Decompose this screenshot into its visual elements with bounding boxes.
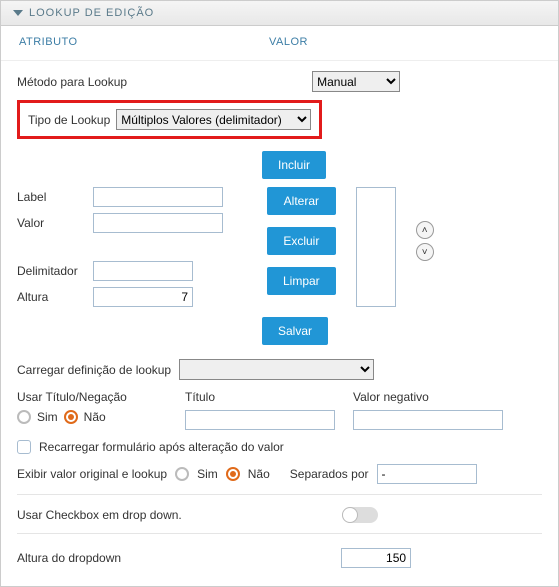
method-label: Método para Lookup (17, 75, 127, 89)
neg-col: Valor negativo (353, 390, 503, 430)
values-block: Label Valor Delimitador Altura A (17, 187, 542, 307)
dropdown-height-label: Altura do dropdown (17, 551, 121, 565)
valor-field-row: Valor (17, 213, 247, 233)
chevron-down-icon: ˅ (422, 247, 428, 258)
collapse-icon (13, 10, 23, 16)
panel-content: Método para Lookup Manual Tipo de Lookup… (1, 61, 558, 586)
valor-input[interactable] (93, 213, 223, 233)
title-label: Título (185, 390, 335, 404)
use-title-nao-radio[interactable] (64, 410, 78, 424)
delim-field-label: Delimitador (17, 264, 87, 278)
lookup-panel: LOOKUP DE EDIÇÃO ATRIBUTO VALOR Método p… (0, 0, 559, 587)
use-checkbox-label: Usar Checkbox em drop down. (17, 508, 182, 522)
use-title-col: Usar Título/Negação Sim Não (17, 390, 167, 430)
dropdown-height-input[interactable] (341, 548, 411, 568)
altura-field-label: Altura (17, 290, 87, 304)
show-original-nao-label: Não (248, 467, 270, 481)
label-input[interactable] (93, 187, 223, 207)
excluir-button[interactable]: Excluir (267, 227, 336, 255)
panel-title: LOOKUP DE EDIÇÃO (29, 7, 154, 19)
show-original-row: Exibir valor original e lookup Sim Não S… (17, 464, 542, 484)
altura-input[interactable] (93, 287, 193, 307)
delim-field-row: Delimitador (17, 261, 247, 281)
use-title-nao-label: Não (84, 410, 106, 424)
load-definition-label: Carregar definição de lookup (17, 363, 171, 377)
valor-field-label: Valor (17, 216, 87, 230)
use-checkbox-toggle[interactable] (342, 507, 378, 523)
dropdown-height-row: Altura do dropdown (17, 533, 542, 568)
label-field-label: Label (17, 190, 87, 204)
alterar-button[interactable]: Alterar (267, 187, 336, 215)
lookup-type-label: Tipo de Lookup (28, 113, 110, 127)
show-original-sim-label: Sim (197, 467, 218, 481)
chevron-up-icon: ˄ (422, 225, 428, 236)
title-input[interactable] (185, 410, 335, 430)
salvar-button[interactable]: Salvar (262, 317, 328, 345)
load-definition-select[interactable] (179, 359, 374, 380)
move-up-button[interactable]: ˄ (416, 221, 434, 239)
use-title-sim-radio[interactable] (17, 410, 31, 424)
show-original-nao-radio[interactable] (226, 467, 240, 481)
use-title-label: Usar Título/Negação (17, 390, 167, 404)
use-title-radios: Sim Não (17, 410, 167, 424)
method-row: Método para Lookup Manual (17, 71, 542, 92)
column-headers: ATRIBUTO VALOR (1, 26, 558, 61)
reload-label: Recarregar formulário após alteração do … (39, 440, 284, 454)
salvar-row: Salvar (262, 317, 542, 345)
delim-input[interactable] (93, 261, 193, 281)
incluir-row: Incluir (262, 151, 542, 179)
title-col: Título (185, 390, 335, 430)
use-title-sim-label: Sim (37, 410, 58, 424)
reload-row: Recarregar formulário após alteração do … (17, 440, 542, 454)
use-checkbox-row: Usar Checkbox em drop down. (17, 494, 542, 523)
neg-input[interactable] (353, 410, 503, 430)
altura-field-row: Altura (17, 287, 247, 307)
sep-label: Separados por (290, 467, 369, 481)
lookup-type-highlight: Tipo de Lookup Múltiplos Valores (delimi… (17, 100, 322, 139)
label-field-row: Label (17, 187, 247, 207)
method-select[interactable]: Manual (312, 71, 400, 92)
sep-input[interactable] (377, 464, 477, 484)
show-original-sim-radio[interactable] (175, 467, 189, 481)
values-listbox[interactable] (356, 187, 396, 307)
header-value: VALOR (269, 36, 540, 48)
action-buttons-column: Alterar Excluir Limpar (267, 187, 336, 295)
reload-checkbox[interactable] (17, 440, 31, 454)
load-definition-row: Carregar definição de lookup (17, 359, 542, 380)
lookup-type-select[interactable]: Múltiplos Valores (delimitador) (116, 109, 311, 130)
fields-column: Label Valor Delimitador Altura (17, 187, 247, 307)
reorder-arrows: ˄ ˅ (416, 187, 434, 261)
header-attribute: ATRIBUTO (19, 36, 269, 48)
panel-header[interactable]: LOOKUP DE EDIÇÃO (1, 1, 558, 26)
move-down-button[interactable]: ˅ (416, 243, 434, 261)
show-original-label: Exibir valor original e lookup (17, 467, 167, 481)
title-negation-group: Usar Título/Negação Sim Não Título Valor… (17, 390, 542, 430)
limpar-button[interactable]: Limpar (267, 267, 336, 295)
incluir-button[interactable]: Incluir (262, 151, 326, 179)
neg-label: Valor negativo (353, 390, 503, 404)
